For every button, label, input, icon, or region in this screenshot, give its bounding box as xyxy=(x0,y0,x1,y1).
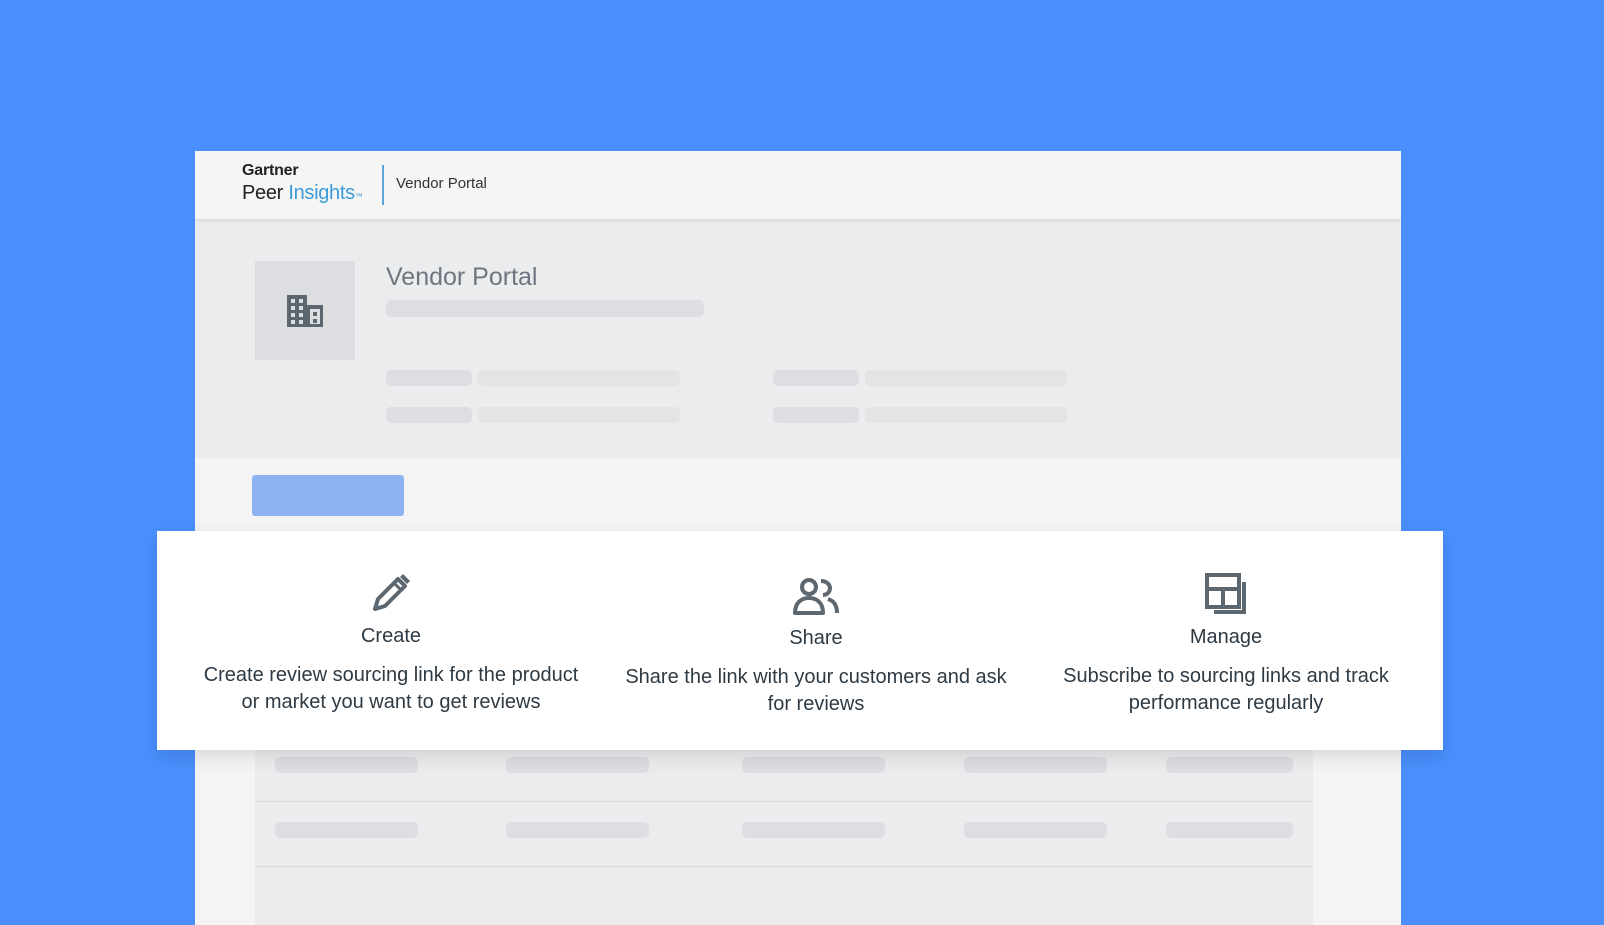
skeleton-label xyxy=(773,407,859,423)
header-divider xyxy=(382,165,384,205)
skeleton-cell xyxy=(964,822,1107,838)
skeleton-value xyxy=(865,370,1067,386)
feature-description: Subscribe to sourcing links and track pe… xyxy=(1063,665,1389,714)
feature-description: Share the link with your customers and a… xyxy=(625,666,1007,715)
logo-trademark: ™ xyxy=(354,192,363,201)
feature-card: Create Create review sourcing link for t… xyxy=(157,531,1443,750)
skeleton-cell xyxy=(742,757,885,773)
skeleton-cell xyxy=(1166,822,1293,838)
skeleton-cell xyxy=(742,822,885,838)
skeleton-label xyxy=(386,407,472,423)
skeleton-cell xyxy=(275,757,418,773)
feature-title: Manage xyxy=(1189,626,1263,648)
dashboard-icon xyxy=(1205,573,1246,614)
vendor-header-panel: Vendor Portal xyxy=(195,219,1401,458)
pencil-icon xyxy=(373,574,410,611)
gartner-peer-insights-logo[interactable]: Gartner Peer Insights™ xyxy=(242,162,363,205)
users-icon xyxy=(793,578,839,615)
skeleton-cell xyxy=(964,757,1107,773)
feature-create: Create Create review sourcing link for t… xyxy=(176,567,606,716)
vendor-title: Vendor Portal xyxy=(386,263,538,291)
skeleton-cell xyxy=(1166,757,1293,773)
skeleton-cell xyxy=(506,822,649,838)
skeleton-label xyxy=(773,370,859,386)
skeleton-value xyxy=(865,407,1067,423)
vendor-avatar xyxy=(255,261,355,360)
logo-brand-top: Gartner xyxy=(242,162,299,179)
skeleton-cell xyxy=(506,757,649,773)
portal-label[interactable]: Vendor Portal xyxy=(396,175,487,192)
table-row[interactable] xyxy=(255,801,1313,866)
feature-title: Create xyxy=(360,625,422,647)
logo-brand-bottom: Peer Insights™ xyxy=(242,182,363,205)
top-bar: Gartner Peer Insights™ Vendor Portal xyxy=(195,151,1401,219)
skeleton-value xyxy=(478,407,680,423)
feature-description: Create review sourcing link for the prod… xyxy=(203,664,579,713)
logo-insights: Insights xyxy=(288,182,355,204)
logo-peer: Peer xyxy=(242,182,284,204)
skeleton-subtitle xyxy=(386,300,704,317)
skeleton-cell xyxy=(275,822,418,838)
skeleton-label xyxy=(386,370,472,386)
table-row[interactable] xyxy=(255,866,1313,925)
feature-manage: Manage Subscribe to sourcing links and t… xyxy=(1026,568,1426,717)
skeleton-value xyxy=(478,370,680,386)
feature-share: Share Share the link with your customers… xyxy=(606,569,1026,718)
primary-action-button[interactable] xyxy=(252,475,404,516)
building-icon xyxy=(287,294,323,327)
feature-title: Share xyxy=(789,627,843,649)
